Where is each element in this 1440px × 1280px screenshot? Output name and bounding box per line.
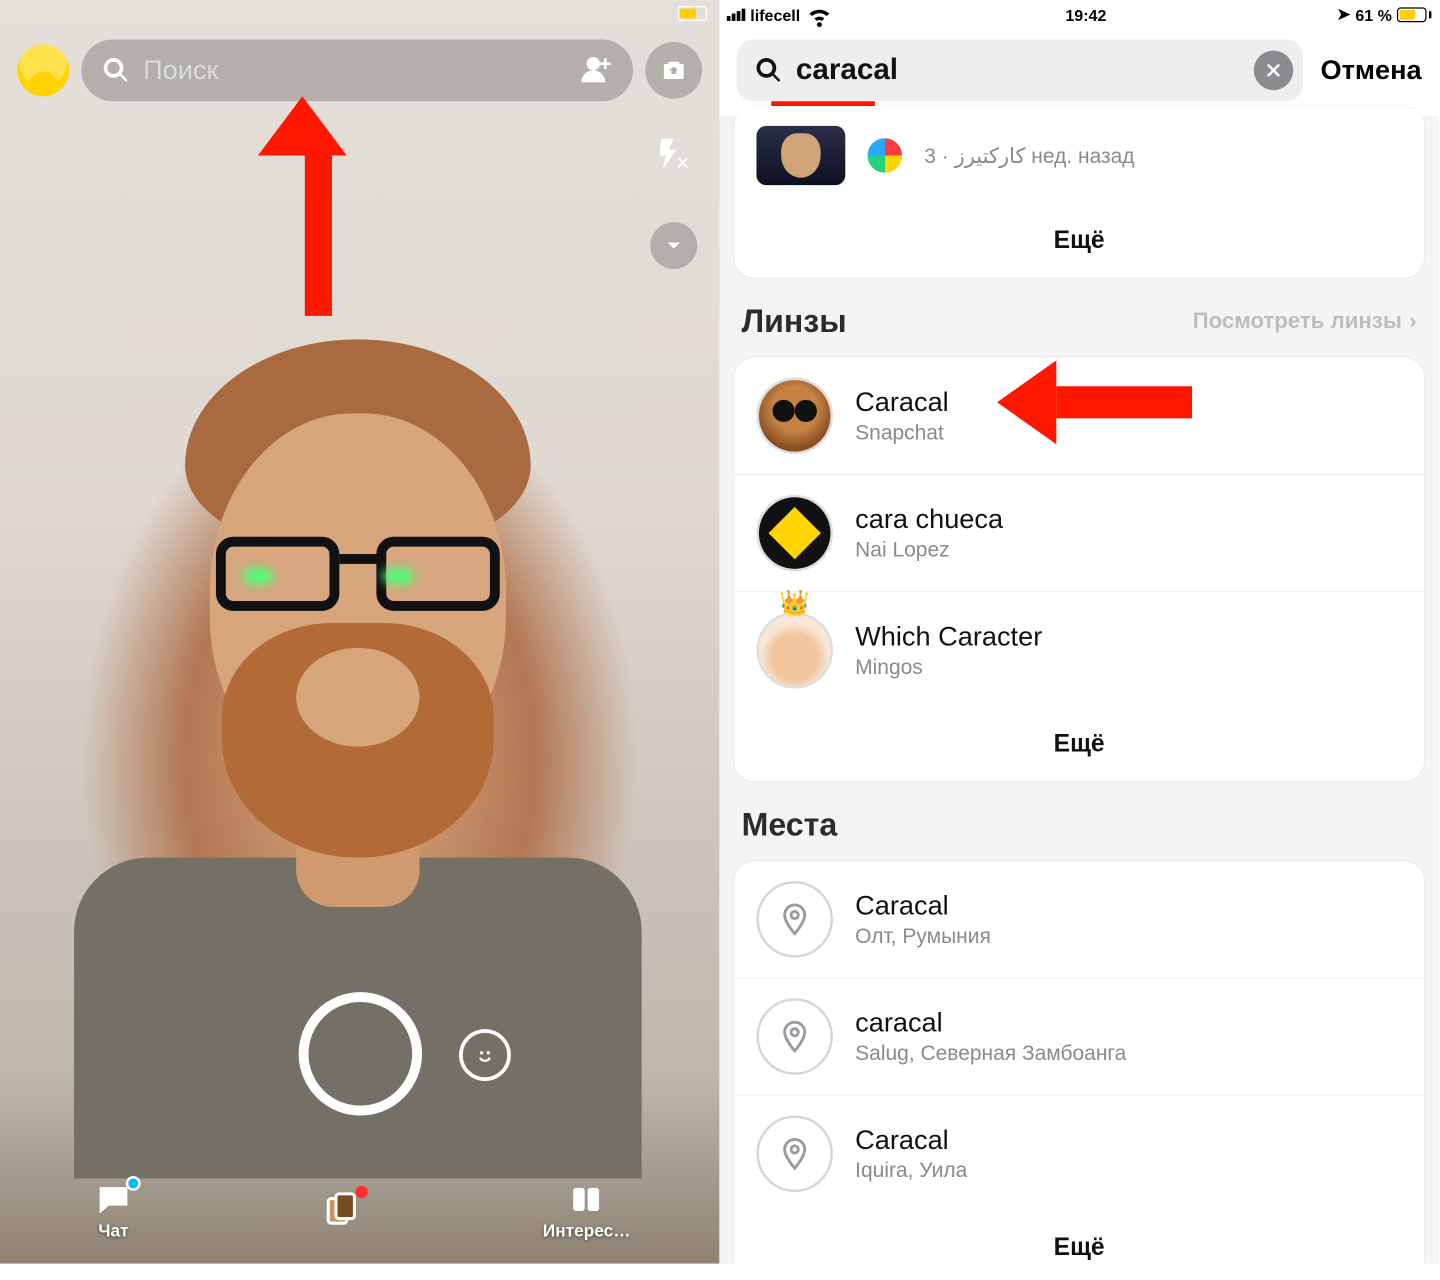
place-pin-icon [756,998,833,1075]
carrier-label: lifecell [750,6,800,25]
nav-discover-label: Интерес… [543,1220,631,1240]
search-icon [101,56,131,86]
place-pin-icon [756,881,833,958]
place-row[interactable]: Caracal Iquira, Уила [734,1096,1424,1212]
lens-title: cara chueca [855,503,1003,536]
signal-icon [727,9,746,21]
nav-memories[interactable] [316,1188,365,1230]
place-row[interactable]: caracal Salug, Северная Замбоанга [734,979,1424,1095]
flash-off-icon[interactable]: ✕ [650,136,687,173]
place-subtitle: Salug, Северная Замбоанга [855,1042,1126,1067]
status-bar: lifecell 19:42 ➤ 61 % ⚡ [719,0,1438,27]
notification-dot-icon [355,1186,367,1198]
camera-screen: ◂ Telegram 19:42 ➤ 61 % ⚡ Поиск [0,0,719,1264]
place-title: Caracal [855,1124,967,1157]
chevron-right-icon: › [1409,309,1416,335]
bottom-nav: Чат Интерес… [0,1155,719,1264]
search-bar[interactable]: Поиск [81,39,633,101]
status-time: 19:42 [1065,6,1106,25]
place-title: caracal [855,1007,1126,1040]
annotation-arrow-left [997,360,1192,444]
add-friend-icon[interactable] [581,54,613,86]
lens-subtitle: Mingos [855,655,1042,680]
place-title: Caracal [855,889,991,922]
section-header-lenses: Линзы Посмотреть линзы › [734,295,1424,341]
result-subtitle: كاركتيرز · 3 нед. назад [924,144,1134,169]
smiley-icon [471,1041,498,1068]
crown-icon: 👑 [779,587,810,618]
lens-row[interactable]: 👑 Which Caracter Mingos [734,592,1424,708]
battery-icon: ⚡ [1397,7,1432,22]
memories-icon [322,1191,359,1228]
top-result-card: كاركتيرز · 3 нед. назад Ещё [734,106,1424,278]
flip-camera-button[interactable] [645,42,702,99]
section-header-places: Места [734,798,1424,844]
nav-discover[interactable]: Интерес… [543,1178,631,1240]
more-button[interactable]: Ещё [734,708,1424,781]
discover-icon [567,1182,606,1217]
search-screen: lifecell 19:42 ➤ 61 % ⚡ Отмена [719,0,1438,1264]
location-icon: ➤ [1337,5,1350,25]
clear-search-button[interactable] [1254,51,1293,90]
lens-title: Which Caracter [855,620,1042,653]
creator-badge-icon [868,138,903,173]
lens-avatar [756,378,833,455]
search-input[interactable] [796,53,1242,88]
close-icon [1264,60,1284,80]
search-field[interactable] [737,39,1304,101]
place-pin-icon [756,1116,833,1193]
chevron-down-icon [661,233,686,258]
flip-camera-icon [659,56,689,86]
more-button[interactable]: Ещё [734,205,1424,278]
nav-chat[interactable]: Чат [89,1178,138,1240]
lens-subtitle: Snapchat [855,421,949,446]
lens-carousel-button[interactable] [458,1029,510,1081]
lens-row[interactable]: cara chueca Nai Lopez [734,475,1424,591]
notification-dot-icon [126,1176,141,1191]
see-all-lenses[interactable]: Посмотреть линзы › [1193,309,1417,335]
lens-subtitle: Nai Lopez [855,538,1003,563]
battery-percent: 61 % [1355,6,1392,25]
search-placeholder: Поиск [143,54,569,86]
section-title: Линзы [742,302,847,340]
place-subtitle: Олт, Румыния [855,924,991,949]
result-row[interactable]: كاركتيرز · 3 нед. назад [734,106,1424,205]
cancel-button[interactable]: Отмена [1320,54,1421,86]
lens-title: Caracal [855,386,949,419]
lens-avatar: 👑 [756,612,833,689]
wifi-icon [805,0,835,30]
search-icon [754,56,784,86]
place-row[interactable]: Caracal Олт, Румыния [734,861,1424,977]
result-thumbnail [756,126,845,185]
nav-chat-label: Чат [98,1220,128,1240]
places-card: Caracal Олт, Румыния caracal Salug, Севе… [734,861,1424,1263]
more-button[interactable]: Ещё [734,1212,1424,1264]
expand-toolbar-button[interactable] [650,222,697,269]
svg-text:✕: ✕ [675,153,687,173]
lens-avatar [756,495,833,572]
annotation-arrow-up [289,96,347,316]
shutter-button[interactable] [298,992,421,1115]
profile-avatar[interactable] [17,44,69,96]
section-title: Места [742,806,838,844]
place-subtitle: Iquira, Уила [855,1159,967,1184]
